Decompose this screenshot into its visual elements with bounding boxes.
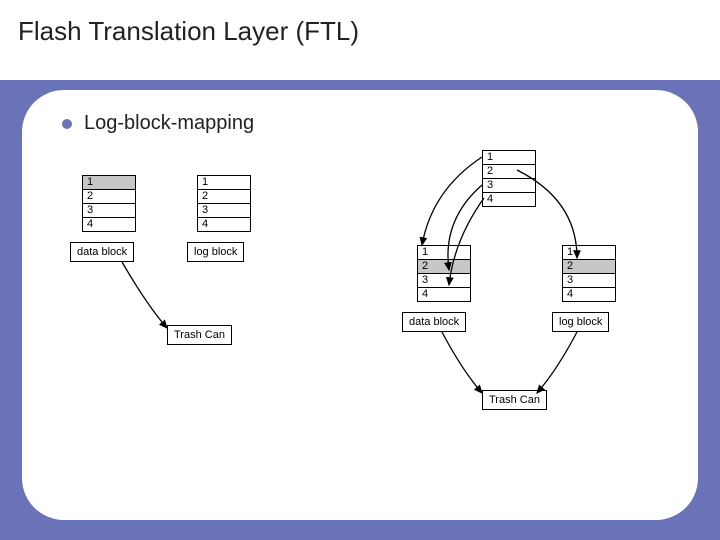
left-log-table: 1 2 3 4 (197, 175, 251, 232)
table-row: 2 (483, 165, 535, 179)
slide-header: Flash Translation Layer (FTL) (0, 0, 720, 83)
table-row: 4 (483, 193, 535, 206)
table-row: 4 (418, 288, 470, 301)
table-row: 3 (563, 274, 615, 288)
left-log-label: log block (187, 242, 244, 262)
table-row: 2 (83, 190, 135, 204)
table-row: 4 (198, 218, 250, 231)
table-row: 1 (418, 246, 470, 260)
right-top-table: 1 2 3 4 (482, 150, 536, 207)
table-row: 3 (198, 204, 250, 218)
right-trash-label: Trash Can (482, 390, 547, 410)
table-row: 4 (83, 218, 135, 231)
right-data-table: 1 2 3 4 (417, 245, 471, 302)
table-row: 1 (563, 246, 615, 260)
table-row: 3 (483, 179, 535, 193)
slide-body: Log-block-mapping 1 2 3 4 data block 1 2… (22, 90, 698, 520)
right-log-table: 1 2 3 4 (562, 245, 616, 302)
table-row: 2 (418, 260, 470, 274)
right-data-label: data block (402, 312, 466, 332)
arrows (22, 90, 698, 520)
slide-title: Flash Translation Layer (FTL) (18, 16, 359, 47)
table-row: 1 (198, 176, 250, 190)
left-data-label: data block (70, 242, 134, 262)
table-row: 3 (83, 204, 135, 218)
table-row: 4 (563, 288, 615, 301)
table-row: 1 (83, 176, 135, 190)
table-row: 2 (198, 190, 250, 204)
table-row: 2 (563, 260, 615, 274)
right-log-label: log block (552, 312, 609, 332)
left-trash-label: Trash Can (167, 325, 232, 345)
left-data-table: 1 2 3 4 (82, 175, 136, 232)
table-row: 1 (483, 151, 535, 165)
table-row: 3 (418, 274, 470, 288)
diagram: 1 2 3 4 data block 1 2 3 4 log block Tra… (22, 90, 698, 520)
